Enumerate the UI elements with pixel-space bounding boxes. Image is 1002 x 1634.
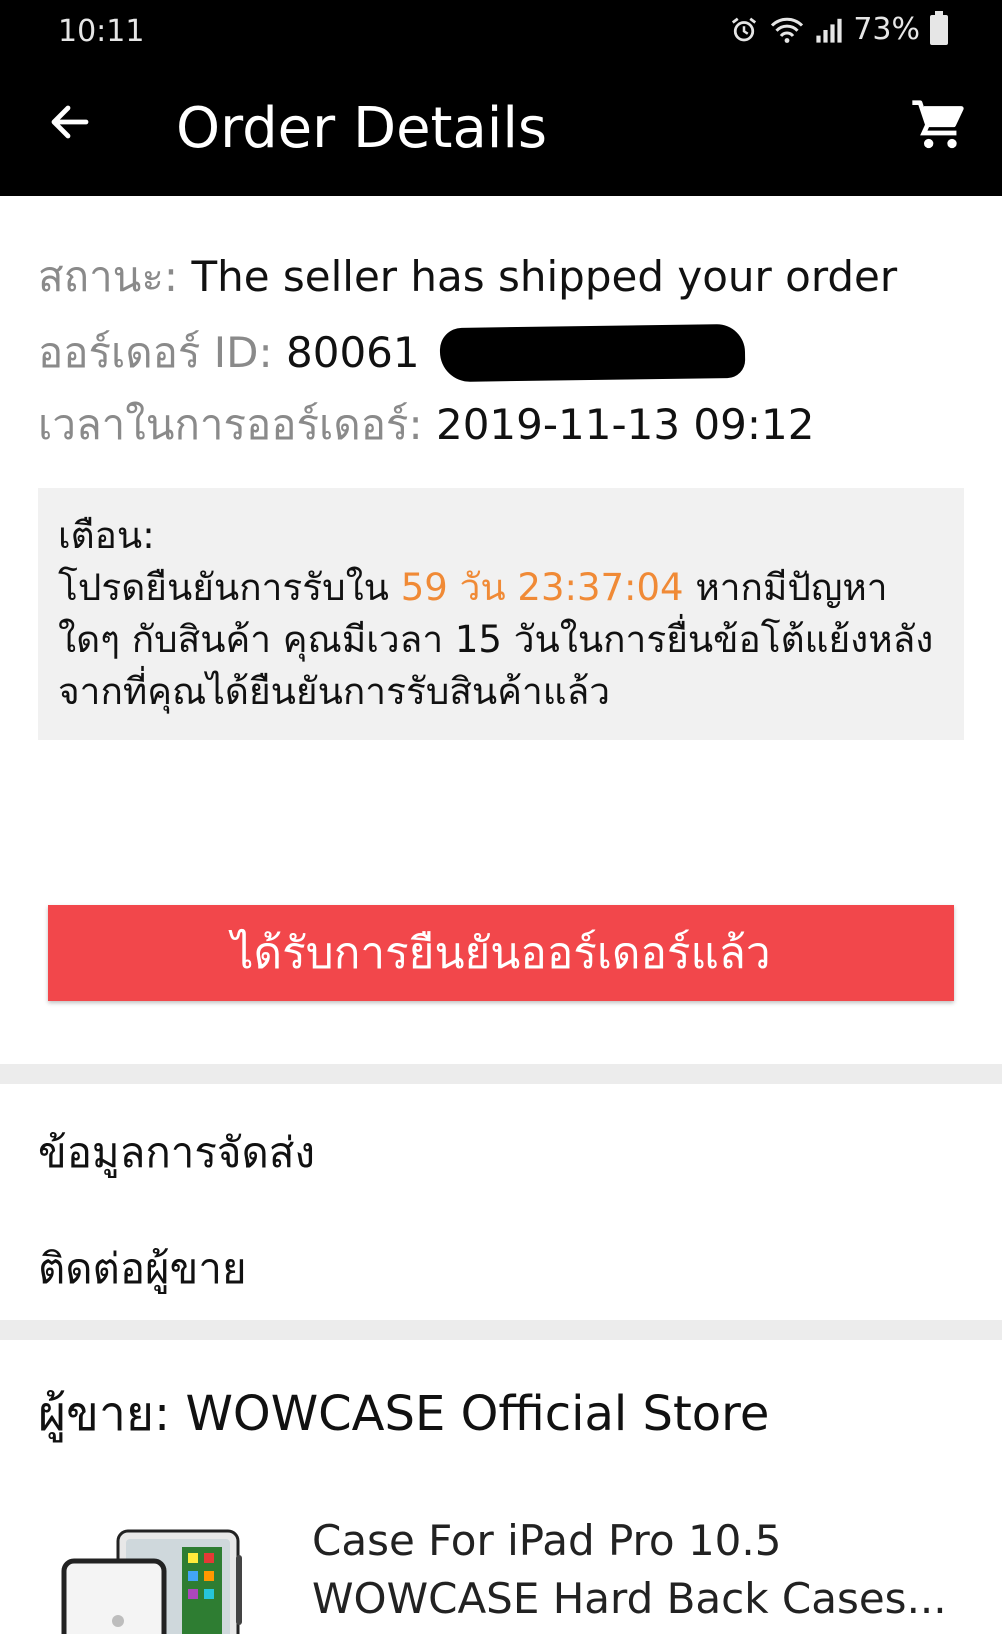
cart-icon[interactable] — [910, 98, 966, 154]
countdown-timer: 59 วัน 23:37:04 — [400, 566, 684, 609]
order-id-label: ออร์เดอร์ ID: — [38, 328, 273, 377]
order-confirmed-button[interactable]: ได้รับการยืนยันออร์เดอร์แล้ว — [48, 905, 954, 1001]
arrow-left-icon[interactable] — [46, 98, 94, 146]
shipping-info-link[interactable]: ข้อมูลการจัดส่ง — [38, 1120, 315, 1186]
order-id-value: 80061 — [286, 328, 420, 377]
contact-seller-link[interactable]: ติดต่อผู้ขาย — [38, 1236, 247, 1302]
order-status: สถานะ: The seller has shipped your order — [38, 244, 897, 310]
order-status-value: The seller has shipped your order — [191, 252, 898, 301]
signal-icon — [816, 18, 842, 43]
notice-heading: เตือน: — [58, 514, 155, 557]
status-time: 10:11 — [58, 14, 145, 49]
notice-text-before: โปรดยืนยันการรับใน — [58, 566, 389, 609]
order-time-value: 2019-11-13 09:12 — [435, 400, 815, 449]
order-time: เวลาในการออร์เดอร์: 2019-11-13 09:12 — [38, 392, 814, 458]
page-title: Order Details — [176, 96, 548, 161]
battery-icon — [930, 10, 948, 45]
order-time-label: เวลาในการออร์เดอร์: — [38, 400, 423, 449]
section-divider — [0, 1320, 1002, 1340]
alarm-icon — [732, 17, 757, 41]
seller-store-name: WOWCASE Official Store — [185, 1386, 770, 1442]
order-id: ออร์เดอร์ ID: 80061 — [38, 320, 420, 386]
seller-label: ผู้ขาย: — [38, 1386, 171, 1442]
confirm-reminder-notice: เตือน: โปรดยืนยันการรับใน 59 วัน 23:37:0… — [38, 488, 964, 740]
product-thumbnail[interactable] — [60, 1525, 260, 1634]
notice-body: โปรดยืนยันการรับใน 59 วัน 23:37:04 หากมี… — [58, 562, 944, 718]
section-divider — [0, 1064, 1002, 1084]
status-bar: 10:11 73% — [0, 0, 1002, 62]
wifi-icon — [771, 17, 804, 43]
seller-name[interactable]: ผู้ขาย: WOWCASE Official Store — [38, 1376, 769, 1452]
battery-percent: 73% — [853, 12, 920, 47]
app-bar: Order Details — [0, 62, 1002, 196]
product-title[interactable]: Case For iPad Pro 10.5 WOWCASE Hard Back… — [312, 1512, 972, 1628]
redaction-mark — [439, 323, 746, 383]
ipad-case-image — [61, 1529, 242, 1634]
status-icons: 73% — [729, 10, 948, 47]
order-status-label: สถานะ: — [38, 252, 179, 301]
